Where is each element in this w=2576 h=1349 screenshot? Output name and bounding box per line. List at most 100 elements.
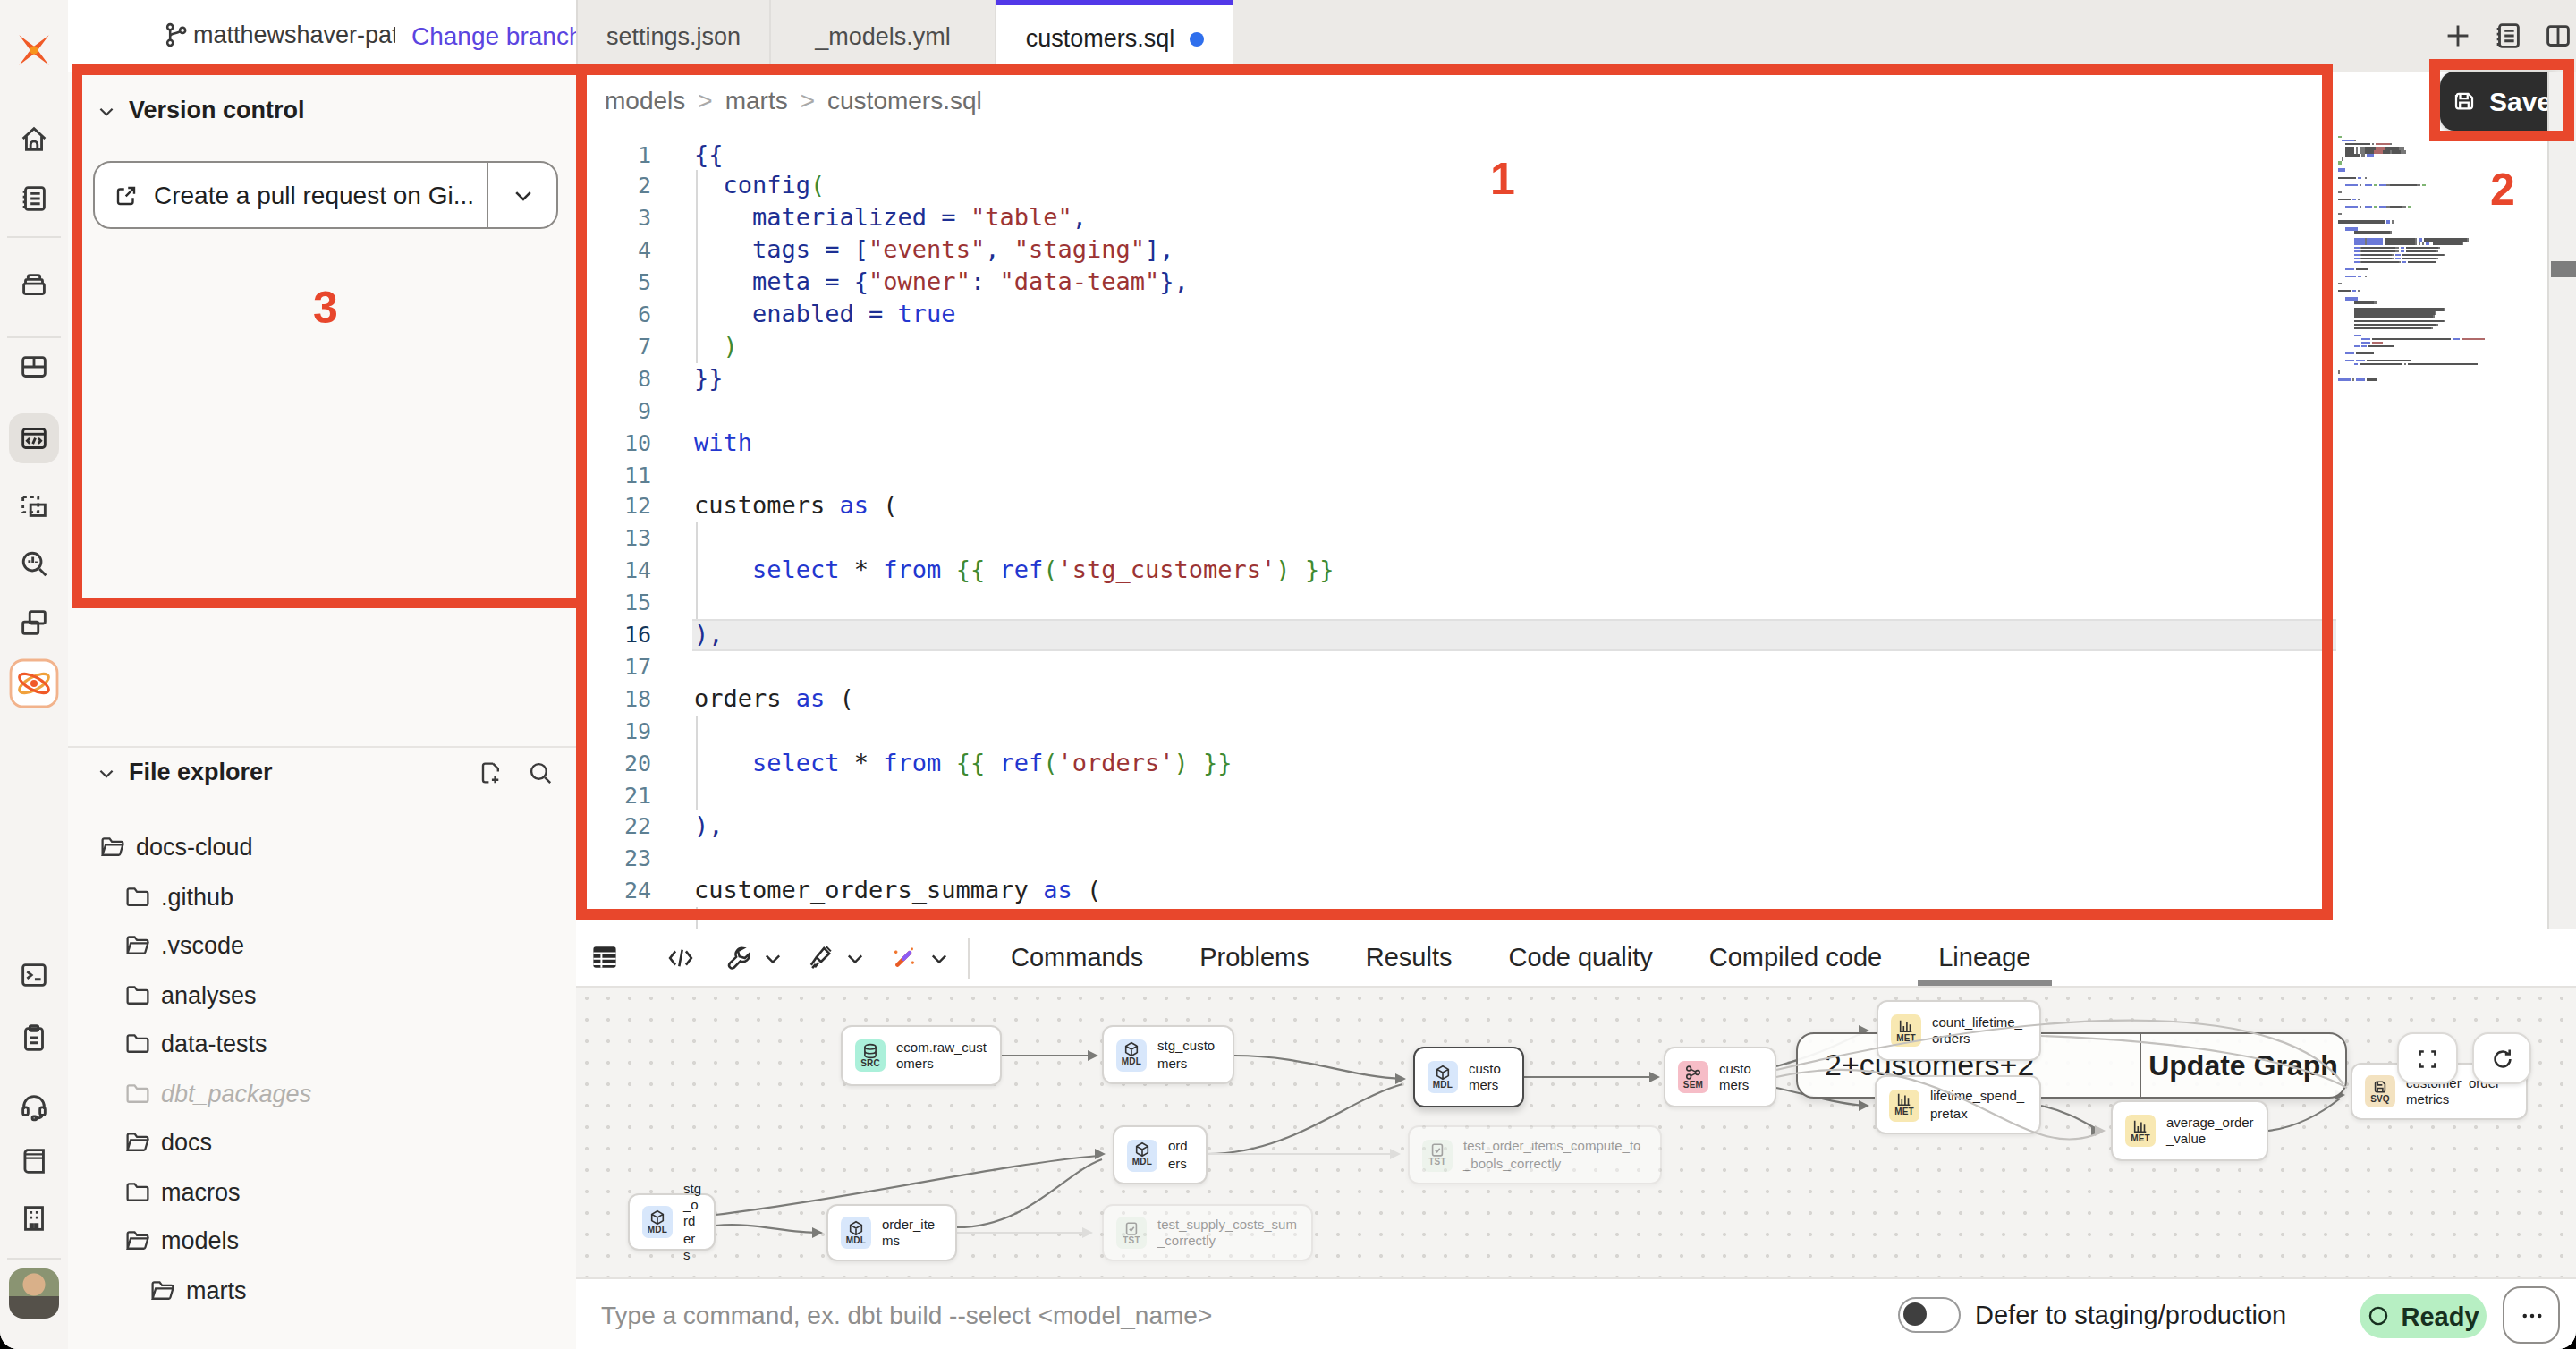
compile-code-icon[interactable] — [665, 943, 696, 973]
code-line-10: with — [694, 427, 752, 459]
status-ready-icon — [2367, 1304, 2390, 1328]
toolbar-divider — [968, 938, 970, 979]
line-number: 7 — [576, 331, 651, 363]
bottom-tab-Results[interactable]: Results — [1344, 929, 1474, 986]
new-tab-plus-icon[interactable] — [2441, 19, 2475, 53]
lineage-node-test_order_items_compute_to_bools_correctly[interactable]: TSTtest_order_items_compute_to_bools_cor… — [1408, 1125, 1662, 1184]
lineage-node-orders[interactable]: MDLorders — [1113, 1125, 1208, 1184]
tab-customers.sql[interactable]: customers.sql — [996, 0, 1233, 72]
minimap-line — [2338, 378, 2378, 381]
create-pull-request-button[interactable]: Create a pull request on Gi... — [93, 161, 558, 229]
preview-table-icon[interactable] — [589, 941, 621, 973]
file-tree-item-.vscode[interactable]: .vscode — [125, 926, 244, 965]
version-control-collapse-icon[interactable] — [97, 102, 116, 122]
lineage-node-customers[interactable]: SEMcustomers — [1664, 1047, 1776, 1107]
docs-book-icon[interactable] — [17, 1144, 51, 1178]
fullscreen-button[interactable] — [2397, 1032, 2458, 1084]
lineage-node-stg_orders[interactable]: MDLstg_orders — [628, 1193, 716, 1251]
format-broom-icon[interactable] — [805, 943, 835, 973]
user-avatar[interactable] — [9, 1268, 59, 1319]
home-icon[interactable] — [17, 123, 51, 157]
build-wrench-icon[interactable] — [723, 943, 753, 973]
file-list-icon[interactable] — [2491, 19, 2525, 53]
save-button[interactable]: Save — [2440, 72, 2563, 131]
lineage-node-order_items[interactable]: MDLorder_items — [826, 1204, 957, 1261]
pull-request-dropdown-chevron[interactable] — [511, 183, 534, 207]
file-tree-item-analyses[interactable]: analyses — [125, 975, 257, 1014]
scrollbar-thumb[interactable] — [2551, 261, 2576, 277]
lineage-node-count_lifetime_orders[interactable]: METcount_lifetime_orders — [1877, 1000, 2041, 1061]
notebook-icon[interactable] — [17, 182, 51, 216]
lineage-node-ecom.raw_customers[interactable]: SRCecom.raw_customers — [841, 1025, 1002, 1086]
editor-scrollbar[interactable] — [2547, 72, 2576, 929]
breadcrumb-item[interactable]: models — [605, 86, 685, 115]
lineage-node-test_supply_costs_sum_correctly[interactable]: TSTtest_supply_costs_sum_correctly — [1102, 1204, 1313, 1261]
code-editor-icon[interactable] — [17, 421, 51, 455]
stack-icon[interactable] — [17, 267, 51, 301]
line-number: 8 — [576, 363, 651, 395]
minimap-line — [2338, 147, 2404, 149]
bottom-tab-Problems[interactable]: Problems — [1178, 929, 1331, 986]
fusion-atom-icon[interactable] — [9, 658, 59, 708]
branch-name[interactable]: matthewshaver-patch-1 — [193, 21, 395, 48]
save-floppy-icon — [2452, 88, 2479, 115]
file-tree-item-docs[interactable]: docs — [125, 1123, 212, 1162]
line-number: 18 — [576, 683, 651, 716]
apps-icon[interactable] — [17, 606, 51, 640]
format-dropdown-chevron[interactable] — [844, 948, 866, 970]
refresh-graph-button[interactable] — [2472, 1032, 2531, 1084]
bottom-tab-Compiled code[interactable]: Compiled code — [1688, 929, 1903, 986]
clipboard-icon[interactable] — [17, 1021, 51, 1055]
file-explorer-collapse-icon[interactable] — [97, 764, 116, 784]
lineage-node-customers[interactable]: MDLcustomers — [1413, 1047, 1524, 1107]
node-type-chip-TST: TST — [1422, 1139, 1453, 1171]
search-files-icon[interactable] — [526, 759, 555, 787]
bottom-tab-Commands[interactable]: Commands — [989, 929, 1165, 986]
file-tree-item-.github[interactable]: .github — [125, 877, 233, 916]
file-tree-item-docs-cloud[interactable]: docs-cloud — [100, 827, 253, 867]
file-tree-item-dbt_packages[interactable]: dbt_packages — [125, 1073, 311, 1113]
command-input[interactable]: Type a command, ex. dbt build --select <… — [601, 1301, 1212, 1329]
bottom-tab-Code quality[interactable]: Code quality — [1487, 929, 1674, 986]
lineage-node-lifetime_spend_pretax[interactable]: METlifetime_spend_pretax — [1875, 1075, 2041, 1134]
defer-toggle[interactable] — [1898, 1297, 1961, 1333]
minimap-line — [2338, 213, 2342, 216]
minimap-line — [2338, 242, 2464, 245]
organization-icon[interactable] — [17, 1201, 51, 1235]
line-number: 20 — [576, 747, 651, 779]
status-badge[interactable]: Ready — [2360, 1294, 2487, 1338]
build-dropdown-chevron[interactable] — [762, 948, 784, 970]
tab-settings.json[interactable]: settings.json — [578, 0, 771, 72]
node-label: orders — [1168, 1138, 1193, 1172]
file-tree-item-models[interactable]: models — [125, 1221, 239, 1260]
new-file-icon[interactable] — [476, 759, 504, 787]
ai-dropdown-chevron[interactable] — [928, 948, 950, 970]
visual-editor-icon[interactable] — [17, 489, 51, 523]
split-pane-icon[interactable] — [2541, 19, 2575, 53]
explore-icon[interactable] — [17, 547, 51, 581]
update-graph-button[interactable]: Update Graph — [2141, 1034, 2345, 1097]
file-tree-item-data-tests[interactable]: data-tests — [125, 1024, 267, 1064]
lineage-node-stg_customers[interactable]: MDLstg_customers — [1102, 1025, 1234, 1084]
breadcrumb-item[interactable]: customers.sql — [827, 86, 982, 115]
file-tree-item-marts[interactable]: marts — [150, 1270, 247, 1310]
file-tree-item-macros[interactable]: macros — [125, 1172, 241, 1211]
lineage-canvas[interactable]: SRCecom.raw_customers MDLstg_customers MDL… — [576, 986, 2576, 1279]
ai-magic-wand-icon[interactable] — [889, 943, 919, 973]
more-actions-button[interactable] — [2503, 1286, 2560, 1344]
breadcrumb-separator: > — [698, 86, 712, 115]
dashboard-icon[interactable] — [17, 350, 51, 384]
change-branch-link[interactable]: Change branch — [411, 21, 583, 50]
dbt-logo-icon[interactable] — [12, 28, 56, 72]
lineage-node-average_order_value[interactable]: METaverage_order_value — [2111, 1100, 2268, 1161]
bottom-tab-Lineage[interactable]: Lineage — [1917, 929, 2052, 986]
breadcrumb-item[interactable]: marts — [725, 86, 788, 115]
terminal-icon[interactable] — [17, 958, 51, 992]
support-headset-icon[interactable] — [17, 1089, 51, 1123]
tab-_models.yml[interactable]: _models.yml — [771, 0, 996, 72]
minimap-line — [2338, 276, 2366, 278]
refresh-icon — [2489, 1046, 2514, 1071]
minimap-line — [2338, 297, 2358, 300]
sidebar: Version control Create a pull request on… — [68, 72, 578, 1349]
minimap-line — [2338, 232, 2392, 234]
